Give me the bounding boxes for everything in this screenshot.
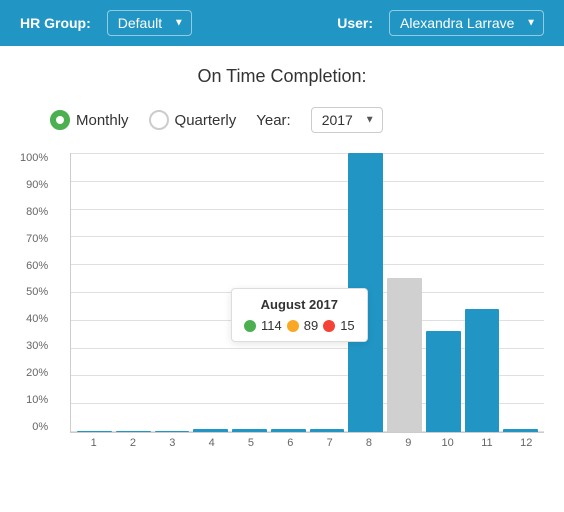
x-label-6: 6	[273, 437, 308, 449]
y-label-100: 100%	[20, 153, 48, 164]
main-content: On Time Completion: Monthly Quarterly Ye…	[0, 46, 564, 499]
bar-col-12	[503, 153, 538, 432]
x-label-3: 3	[155, 437, 190, 449]
quarterly-radio[interactable]: Quarterly	[149, 110, 237, 130]
x-label-12: 12	[509, 437, 544, 449]
x-label-2: 2	[115, 437, 150, 449]
year-label: Year:	[256, 112, 290, 129]
y-label-80: 80%	[26, 207, 48, 218]
y-label-40: 40%	[26, 314, 48, 325]
x-label-8: 8	[351, 437, 386, 449]
year-select-wrapper[interactable]: 2017 2016 2015 2018	[311, 107, 383, 133]
yellow-dot	[287, 320, 299, 332]
x-label-5: 5	[233, 437, 268, 449]
bar-col-2	[116, 153, 151, 432]
x-label-9: 9	[391, 437, 426, 449]
quarterly-radio-circle[interactable]	[149, 110, 169, 130]
user-select-wrapper[interactable]: Alexandra Larrave	[389, 10, 544, 36]
x-label-11: 11	[469, 437, 504, 449]
user-label: User:	[337, 15, 373, 31]
x-label-7: 7	[312, 437, 347, 449]
bar-col-9	[387, 153, 422, 432]
bar-3[interactable]	[155, 431, 190, 432]
chart-container: 0% 10% 20% 30% 40% 50% 60% 70% 80% 90% 1…	[20, 153, 544, 479]
bar-10[interactable]	[426, 331, 461, 432]
tooltip: August 2017 114 89 15	[231, 288, 368, 342]
bar-col-3	[155, 153, 190, 432]
monthly-radio[interactable]: Monthly	[50, 110, 129, 130]
page-title: On Time Completion:	[20, 66, 544, 87]
bar-col-10	[426, 153, 461, 432]
y-label-60: 60%	[26, 261, 48, 272]
monthly-radio-circle[interactable]	[50, 110, 70, 130]
controls-row: Monthly Quarterly Year: 2017 2016 2015 2…	[20, 107, 544, 133]
bar-col-11	[465, 153, 500, 432]
green-dot	[244, 320, 256, 332]
bar-11[interactable]	[465, 309, 500, 432]
tooltip-row-green: 114 89 15	[244, 318, 355, 333]
red-dot	[323, 320, 335, 332]
bar-12[interactable]	[503, 429, 538, 432]
green-value: 114	[261, 318, 282, 333]
x-label-1: 1	[76, 437, 111, 449]
hr-group-select-wrapper[interactable]: Default	[107, 10, 192, 36]
monthly-label: Monthly	[76, 112, 129, 129]
year-select[interactable]: 2017 2016 2015 2018	[311, 107, 383, 133]
bar-7[interactable]	[310, 429, 345, 432]
x-label-4: 4	[194, 437, 229, 449]
bar-4[interactable]	[193, 429, 228, 432]
y-label-90: 90%	[26, 180, 48, 191]
header: HR Group: Default User: Alexandra Larrav…	[0, 0, 564, 46]
bar-1[interactable]	[77, 431, 112, 432]
chart-inner: August 2017 114 89 15	[70, 153, 544, 433]
bar-col-1	[77, 153, 112, 432]
bar-9[interactable]	[387, 278, 422, 432]
y-label-0: 0%	[32, 422, 48, 433]
bar-5[interactable]	[232, 429, 267, 432]
y-label-70: 70%	[26, 234, 48, 245]
red-value: 15	[340, 318, 354, 333]
y-label-50: 50%	[26, 287, 48, 298]
user-select[interactable]: Alexandra Larrave	[389, 10, 544, 36]
tooltip-title: August 2017	[244, 297, 355, 312]
quarterly-label: Quarterly	[175, 112, 237, 129]
x-axis: 1 2 3 4 5 6 7 8 9 10 11 12	[70, 437, 544, 449]
hr-group-select[interactable]: Default	[107, 10, 192, 36]
x-label-10: 10	[430, 437, 465, 449]
hr-group-label: HR Group:	[20, 15, 91, 31]
bar-6[interactable]	[271, 429, 306, 432]
bar-2[interactable]	[116, 431, 151, 432]
bar-col-4	[193, 153, 228, 432]
yellow-value: 89	[304, 318, 318, 333]
y-label-30: 30%	[26, 341, 48, 352]
y-axis: 0% 10% 20% 30% 40% 50% 60% 70% 80% 90% 1…	[20, 153, 48, 433]
y-label-10: 10%	[26, 395, 48, 406]
y-label-20: 20%	[26, 368, 48, 379]
